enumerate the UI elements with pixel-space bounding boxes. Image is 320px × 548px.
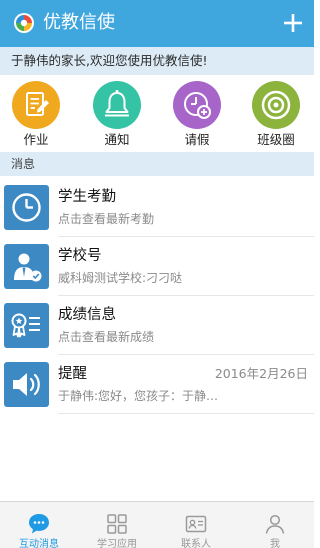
shortcut-label: 请假 xyxy=(184,132,210,147)
tab-me[interactable]: 我 xyxy=(236,502,314,548)
app-header: 优教信使 xyxy=(0,0,314,47)
message-item-reminder[interactable]: 提醒 2016年2月26日 于静伟:您好，您孩子：于静… xyxy=(0,355,314,413)
tab-label: 我 xyxy=(270,539,280,548)
bottom-tab-bar: 互动消息 学习应用 联系人 我 xyxy=(0,501,314,548)
school-id-icon xyxy=(4,244,49,289)
shortcut-notice[interactable]: 通知 xyxy=(85,79,149,151)
plus-icon xyxy=(284,14,302,32)
tab-messages[interactable]: 互动消息 xyxy=(0,502,78,548)
tab-label: 学习应用 xyxy=(97,539,137,548)
class-circle-icon xyxy=(252,81,300,129)
app-title: 优教信使 xyxy=(43,12,115,33)
section-title: 消息 xyxy=(11,157,36,171)
person-icon xyxy=(265,514,285,534)
contact-card-icon xyxy=(185,515,207,533)
message-item-grades[interactable]: 成绩信息 点击查看最新成绩 xyxy=(0,296,314,354)
message-item-school-account[interactable]: 学校号 威科姆测试学校:刁刁哒 xyxy=(0,237,314,295)
message-time: 2016年2月26日 xyxy=(214,366,308,381)
message-subtitle: 于静伟:您好，您孩子：于静… xyxy=(58,389,219,403)
message-title: 提醒 xyxy=(58,366,87,382)
shortcut-row: 作业 通知 请假 班级圈 xyxy=(0,75,314,152)
message-subtitle: 威科姆测试学校:刁刁哒 xyxy=(58,271,183,285)
app-logo-icon xyxy=(13,12,35,34)
message-subtitle: 点击查看最新成绩 xyxy=(58,330,155,344)
apps-grid-icon xyxy=(107,514,127,534)
divider xyxy=(58,413,314,414)
tab-label: 联系人 xyxy=(181,539,211,548)
message-item-attendance[interactable]: 学生考勤 点击查看最新考勤 xyxy=(0,178,314,236)
leave-clock-icon xyxy=(173,81,221,129)
messages-section-header: 消息 xyxy=(0,152,314,176)
shortcut-homework[interactable]: 作业 xyxy=(4,79,68,151)
chat-bubble-icon xyxy=(29,514,49,534)
tab-learning-apps[interactable]: 学习应用 xyxy=(78,502,156,548)
message-title: 成绩信息 xyxy=(58,307,116,323)
clock-icon xyxy=(4,185,49,230)
homework-icon xyxy=(12,81,60,129)
message-title: 学生考勤 xyxy=(58,189,116,205)
speaker-icon xyxy=(4,362,49,407)
shortcut-label: 通知 xyxy=(104,132,130,147)
shortcut-class-circle[interactable]: 班级圈 xyxy=(244,79,308,151)
welcome-banner: 于静伟的家长,欢迎您使用优教信使! xyxy=(0,47,314,75)
tab-label: 互动消息 xyxy=(19,539,59,548)
tab-contacts[interactable]: 联系人 xyxy=(157,502,235,548)
bell-icon xyxy=(93,81,141,129)
welcome-text: 于静伟的家长,欢迎您使用优教信使! xyxy=(11,53,208,68)
shortcut-label: 班级圈 xyxy=(257,132,295,147)
add-button[interactable] xyxy=(278,8,308,38)
shortcut-label: 作业 xyxy=(23,132,49,147)
shortcut-leave[interactable]: 请假 xyxy=(165,79,229,151)
message-title: 学校号 xyxy=(58,248,102,264)
message-subtitle: 点击查看最新考勤 xyxy=(58,212,155,226)
grade-award-icon xyxy=(4,303,49,348)
